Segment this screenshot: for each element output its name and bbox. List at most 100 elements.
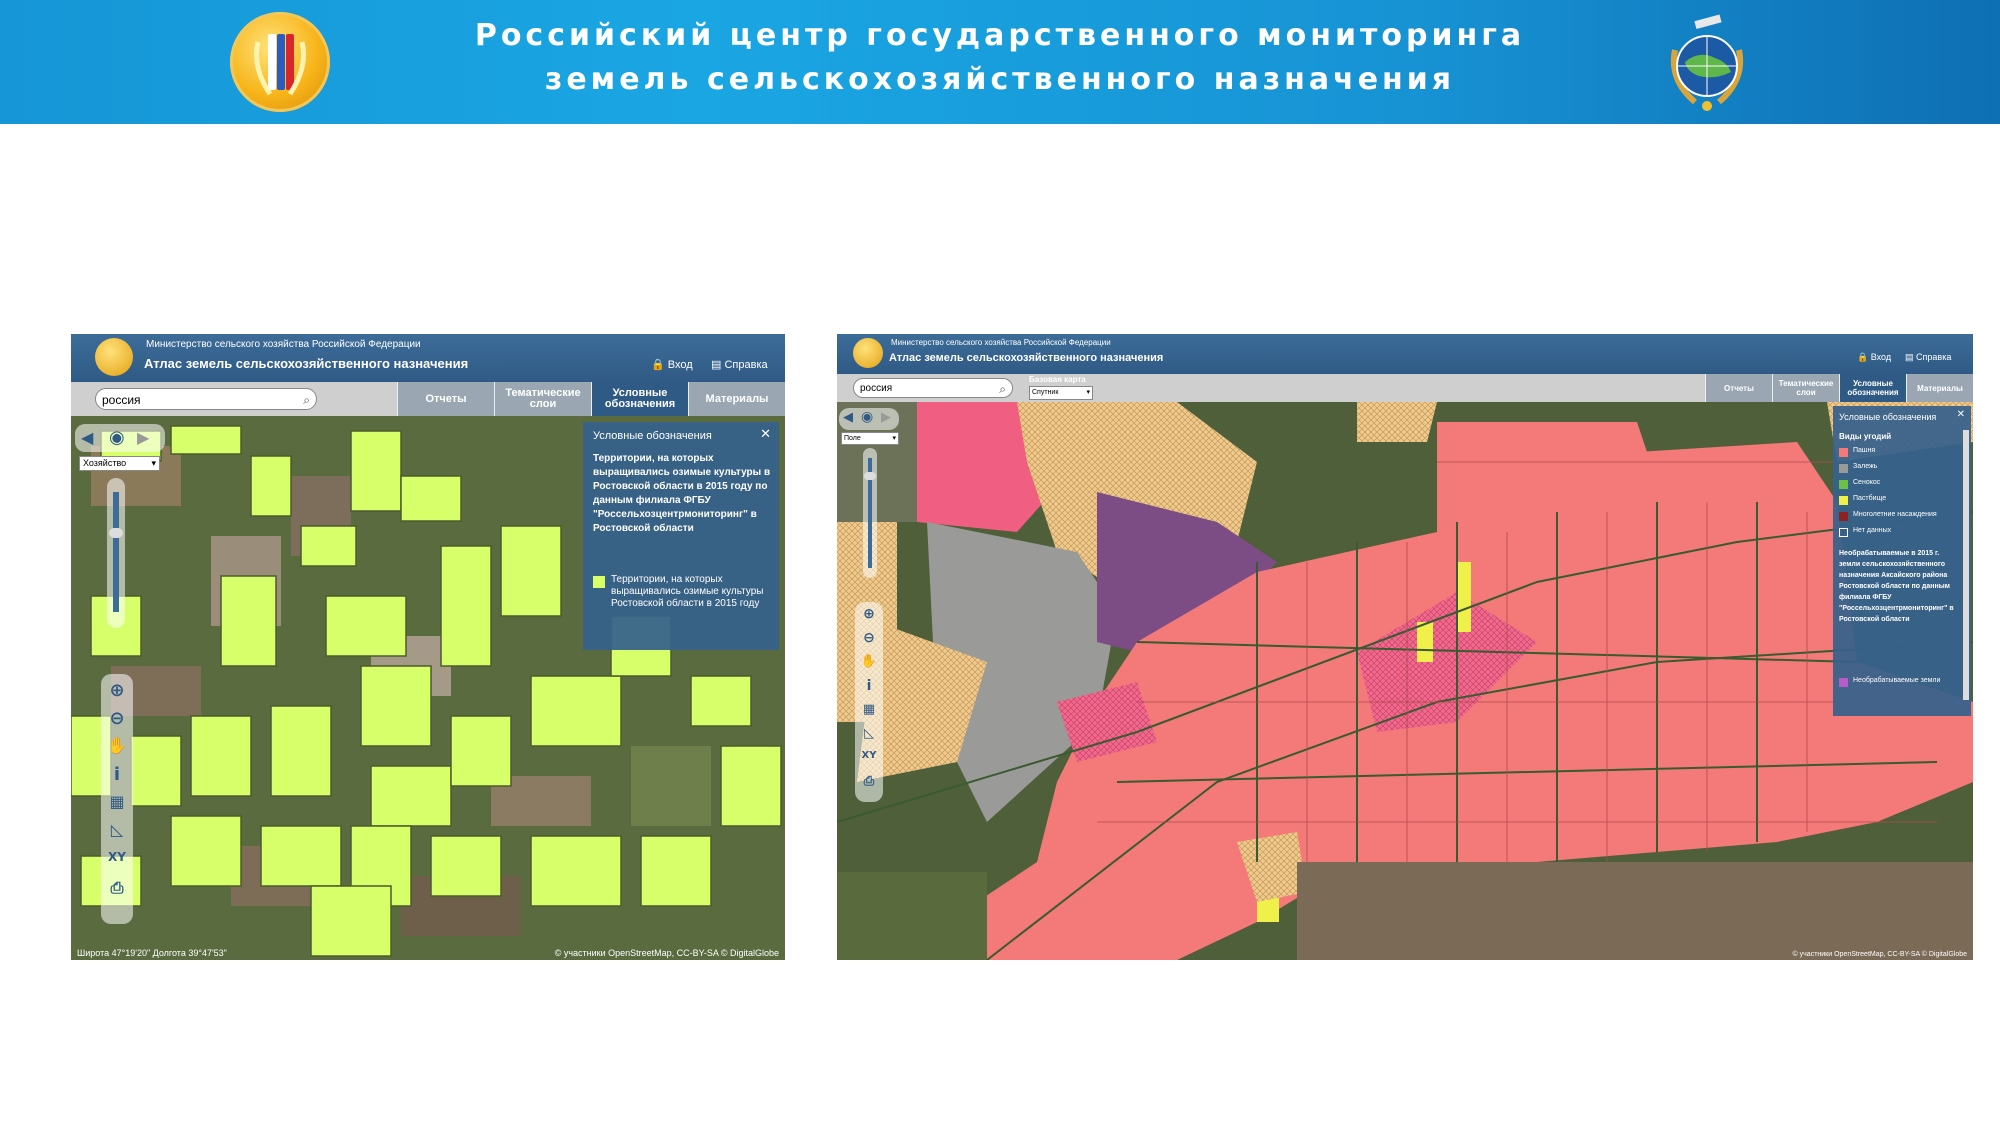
nav-history-controls: ◀ ◉ ▶ xyxy=(75,424,165,452)
search-icon[interactable]: ⌕ xyxy=(303,389,310,411)
map-tools-panel: ⊕ ⊖ ✋ i ▦ ◺ XY ⎙ xyxy=(855,602,883,802)
tab-reports[interactable]: Отчеты xyxy=(1705,374,1772,402)
winter-crops-map-screenshot: Министерство сельского хозяйства Российс… xyxy=(71,334,785,960)
close-icon[interactable]: ✕ xyxy=(760,426,771,442)
print-icon[interactable]: ⎙ xyxy=(101,878,133,898)
pan-hand-icon[interactable]: ✋ xyxy=(101,736,133,755)
layer-select[interactable]: Хозяйство ▾ xyxy=(79,456,160,471)
zoom-in-icon[interactable]: ⊕ xyxy=(855,606,883,622)
legend-item-label: Пастбище xyxy=(1853,495,1887,502)
atlas-title: Атлас земель сельскохозяйственного назна… xyxy=(889,352,1164,364)
zoom-slider-handle[interactable] xyxy=(109,528,123,538)
help-link[interactable]: ▤ Справка xyxy=(1905,352,1951,363)
zoom-in-icon[interactable]: ⊕ xyxy=(101,680,133,701)
pan-hand-icon[interactable]: ✋ xyxy=(855,654,883,669)
chevron-down-icon: ▾ xyxy=(892,435,896,442)
tab-thematic-layers[interactable]: Тематические слои xyxy=(1772,374,1839,402)
basemap-label: Базовая карта xyxy=(1029,375,1086,384)
app-header: Министерство сельского хозяйства Российс… xyxy=(837,334,1973,374)
print-icon[interactable]: ⎙ xyxy=(855,774,883,789)
land-use-map-screenshot: Министерство сельского хозяйства Российс… xyxy=(837,334,1973,960)
globe-icon[interactable]: ◉ xyxy=(861,409,873,425)
legend-title: Условные обозначения xyxy=(593,430,712,442)
satellite-map[interactable]: ◀ ◉ ▶ Поле ▾ ⊕ ⊖ ✋ i ▦ ◺ XY ⎙ Условные об… xyxy=(837,402,1973,960)
tab-materials[interactable]: Материалы xyxy=(688,382,785,416)
tab-legend[interactable]: Условные обозначения xyxy=(591,382,688,416)
back-arrow-icon[interactable]: ◀ xyxy=(843,410,853,425)
header-banner: Российский центр государственного монито… xyxy=(0,0,2000,124)
search-icon[interactable]: ⌕ xyxy=(999,379,1006,399)
legend-item-label: Многолетние насаждения xyxy=(1853,511,1937,518)
lock-icon: 🔒 xyxy=(1857,352,1869,362)
legend-swatch xyxy=(1839,512,1848,521)
ministry-label: Министерство сельского хозяйства Российс… xyxy=(891,338,1111,347)
map-tools-panel: ⊕ ⊖ ✋ i ▦ ◺ XY ⎙ xyxy=(101,674,133,924)
measure-ruler-icon[interactable]: ◺ xyxy=(101,820,133,839)
basemap-select[interactable]: Спутник ▾ xyxy=(1029,386,1093,400)
zoom-out-icon[interactable]: ⊖ xyxy=(101,708,133,729)
legend-swatch xyxy=(1839,528,1848,537)
app-toolbar: россия ⌕ Отчеты Тематические слои Условн… xyxy=(71,382,785,417)
zoom-slider[interactable] xyxy=(863,448,877,578)
zoom-slider-handle[interactable] xyxy=(864,472,876,480)
globe-icon[interactable]: ◉ xyxy=(109,427,125,448)
app-header: Министерство сельского хозяйства Российс… xyxy=(71,334,785,382)
legend-swatch xyxy=(1839,480,1848,489)
legend-swatch xyxy=(1839,678,1848,687)
coordinates-readout: Широта 47°19'20" Долгота 39°47'53" xyxy=(77,948,227,958)
legend-swatch xyxy=(1839,448,1848,457)
measure-ruler-icon[interactable]: ◺ xyxy=(855,726,883,741)
legend-note: Необрабатываемые в 2015 г. земли сельско… xyxy=(1839,550,1954,623)
tab-thematic-layers[interactable]: Тематические слои xyxy=(494,382,591,416)
zoom-slider[interactable] xyxy=(107,478,125,628)
table-icon[interactable]: ▦ xyxy=(101,792,133,811)
back-arrow-icon[interactable]: ◀ xyxy=(81,428,93,447)
xy-coordinates-icon[interactable]: XY xyxy=(855,750,883,761)
layer-select[interactable]: Поле ▾ xyxy=(841,432,899,445)
tab-legend[interactable]: Условные обозначения xyxy=(1839,374,1906,402)
xy-coordinates-icon[interactable]: XY xyxy=(101,850,133,864)
map-landuse-layer xyxy=(837,402,1973,960)
legend-panel: Условные обозначения ✕ Территории, на ко… xyxy=(583,422,779,650)
zoom-out-icon[interactable]: ⊖ xyxy=(855,630,883,646)
forward-arrow-icon[interactable]: ▶ xyxy=(881,410,891,425)
tab-materials[interactable]: Материалы xyxy=(1906,374,1973,402)
legend-item-label: Сенокос xyxy=(1853,479,1881,486)
ministry-label: Министерство сельского хозяйства Российс… xyxy=(146,339,421,350)
legend-item-label: Необрабатываемые земли xyxy=(1853,677,1941,684)
login-link[interactable]: 🔒 Вход xyxy=(1857,352,1891,363)
panel-tabs: Отчеты Тематические слои Условные обозна… xyxy=(1705,374,1973,402)
legend-title: Условные обозначения xyxy=(1839,412,1937,422)
chevron-down-icon: ▾ xyxy=(1086,389,1090,396)
legend-item-label: Залежь xyxy=(1853,463,1878,470)
satellite-map[interactable]: ◀ ◉ ▶ Хозяйство ▾ ⊕ ⊖ ✋ i ▦ ◺ XY ⎙ Условн… xyxy=(71,416,785,960)
app-logo-icon xyxy=(853,338,883,368)
legend-item-label: Территории, на которых выращивались озим… xyxy=(611,574,764,609)
info-icon[interactable]: i xyxy=(101,764,133,785)
chevron-down-icon: ▾ xyxy=(151,458,156,468)
forward-arrow-icon[interactable]: ▶ xyxy=(137,428,149,447)
legend-item-label: Нет данных xyxy=(1853,527,1892,534)
app-logo-icon xyxy=(95,338,133,376)
search-input[interactable]: россия ⌕ xyxy=(95,388,317,410)
legend-swatch xyxy=(593,576,605,588)
panel-tabs: Отчеты Тематические слои Условные обозна… xyxy=(397,382,785,416)
close-icon[interactable]: ✕ xyxy=(1957,409,1965,420)
app-toolbar: россия ⌕ Базовая карта Спутник ▾ Отчеты Т… xyxy=(837,374,1973,403)
legend-scrollbar[interactable] xyxy=(1963,430,1969,700)
legend-swatch xyxy=(1839,496,1848,505)
help-link[interactable]: ▤ Справка xyxy=(711,358,768,371)
nav-history-controls: ◀ ◉ ▶ xyxy=(839,408,899,430)
login-link[interactable]: 🔒 Вход xyxy=(651,358,693,371)
lock-icon: 🔒 xyxy=(651,359,665,371)
search-input[interactable]: россия ⌕ xyxy=(853,378,1013,398)
tab-reports[interactable]: Отчеты xyxy=(397,382,494,416)
book-icon: ▤ xyxy=(711,359,722,371)
map-attribution: © участники OpenStreetMap, CC-BY-SA © Di… xyxy=(554,948,779,958)
table-icon[interactable]: ▦ xyxy=(855,702,883,717)
zoom-slider-track xyxy=(113,492,119,612)
monitoring-center-emblem-icon xyxy=(1655,10,1759,114)
info-icon[interactable]: i xyxy=(855,678,883,694)
book-icon: ▤ xyxy=(1905,352,1914,362)
legend-heading: Территории, на которых выращивались озим… xyxy=(593,453,771,534)
